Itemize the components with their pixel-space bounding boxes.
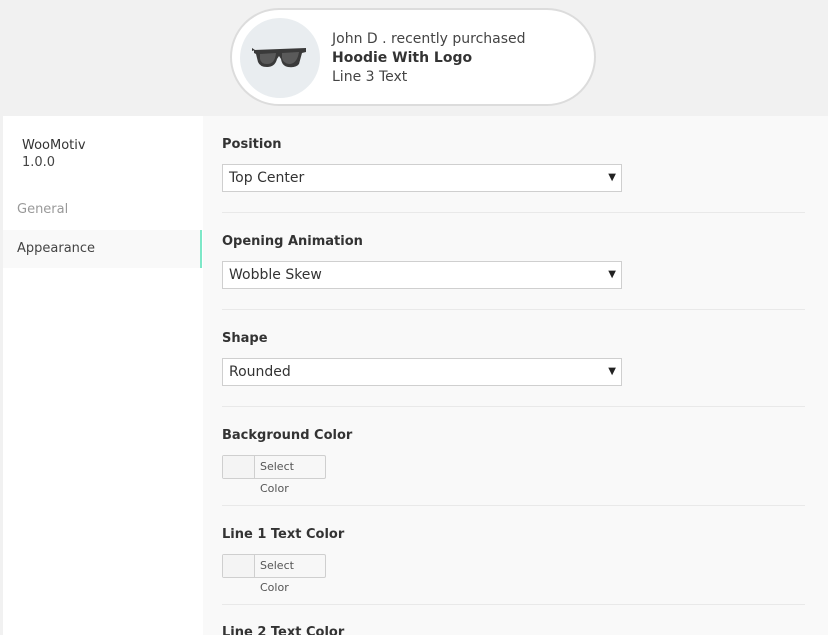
notification-text: John D . recently purchased Hoodie With … — [332, 30, 526, 87]
notification-popup[interactable]: John D . recently purchased Hoodie With … — [230, 8, 596, 106]
line2-color-label: Line 2 Text Color — [222, 625, 345, 635]
sidebar-item-appearance[interactable]: Appearance — [3, 230, 202, 268]
chevron-down-icon: ▼ — [608, 172, 616, 183]
notification-preview-area: John D . recently purchased Hoodie With … — [0, 0, 828, 116]
position-setting: Position Top Center ▼ — [222, 116, 805, 213]
opening-animation-setting: Opening Animation Wobble Skew ▼ — [222, 212, 805, 310]
shape-select[interactable]: Rounded ▼ — [222, 358, 622, 386]
background-color-setting: Background Color Select Color — [222, 406, 805, 506]
shape-setting: Shape Rounded ▼ — [222, 309, 805, 407]
line2-color-setting: Line 2 Text Color — [222, 604, 805, 635]
notification-line3: Line 3 Text — [332, 69, 408, 85]
opening-animation-select[interactable]: Wobble Skew ▼ — [222, 261, 622, 289]
position-value: Top Center — [229, 170, 305, 186]
settings-sidebar: WooMotiv 1.0.0 General Appearance — [3, 116, 203, 635]
position-select[interactable]: Top Center ▼ — [222, 164, 622, 192]
shape-value: Rounded — [229, 364, 291, 380]
background-color-label: Background Color — [222, 428, 353, 443]
select-color-label: Select Color — [260, 460, 294, 495]
chevron-down-icon: ▼ — [608, 366, 616, 377]
plugin-name: WooMotiv — [22, 138, 86, 153]
line1-color-label: Line 1 Text Color — [222, 527, 345, 542]
line1-color-setting: Line 1 Text Color Select Color — [222, 505, 805, 605]
line1-color-picker-button[interactable]: Select Color — [222, 554, 326, 594]
sunglasses-icon — [252, 48, 306, 68]
color-swatch — [223, 456, 255, 478]
shape-label: Shape — [222, 331, 268, 346]
settings-panel: WooMotiv 1.0.0 General Appearance Positi… — [3, 116, 828, 635]
opening-animation-value: Wobble Skew — [229, 267, 322, 283]
chevron-down-icon: ▼ — [608, 269, 616, 280]
sidebar-item-general[interactable]: General — [3, 191, 203, 229]
plugin-brand: WooMotiv 1.0.0 — [22, 137, 86, 171]
background-color-picker-button[interactable]: Select Color — [222, 455, 326, 495]
position-label: Position — [222, 137, 282, 152]
notification-line1: John D . recently purchased — [332, 31, 526, 47]
notification-line2: Hoodie With Logo — [332, 50, 473, 66]
color-swatch — [223, 555, 255, 577]
select-color-label: Select Color — [260, 559, 294, 594]
opening-animation-label: Opening Animation — [222, 234, 363, 249]
product-thumbnail — [240, 18, 320, 98]
plugin-version: 1.0.0 — [22, 155, 56, 170]
appearance-settings: Position Top Center ▼ Opening Animation … — [203, 116, 828, 635]
